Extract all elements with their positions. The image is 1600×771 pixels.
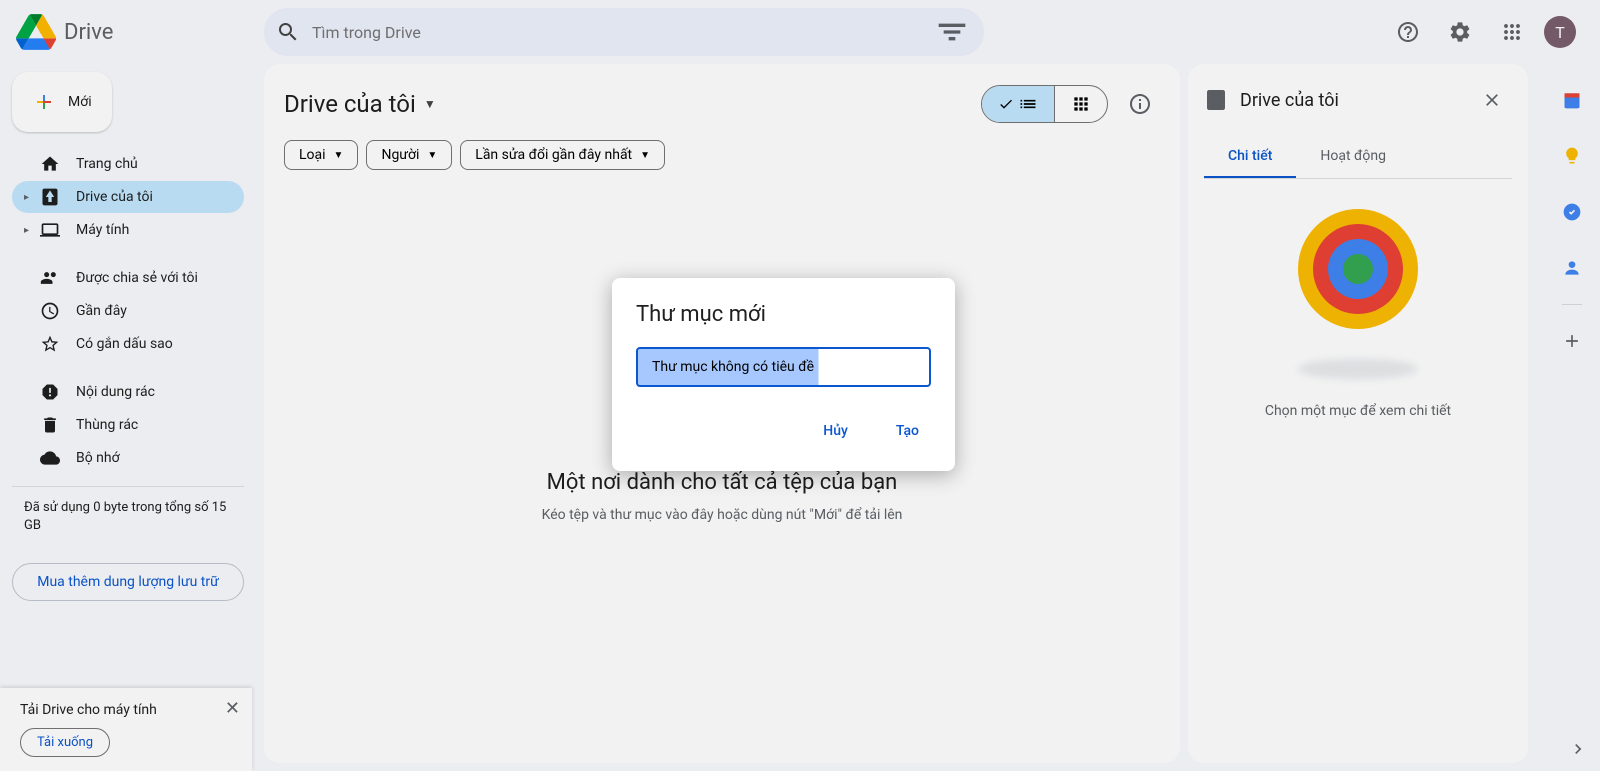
- modal-overlay[interactable]: Thư mục mới Hủy Tạo: [0, 0, 1600, 771]
- cancel-button[interactable]: Hủy: [811, 415, 860, 447]
- modal-title: Thư mục mới: [636, 302, 931, 327]
- folder-name-input[interactable]: [636, 347, 931, 387]
- new-folder-modal: Thư mục mới Hủy Tạo: [612, 278, 955, 471]
- create-button[interactable]: Tạo: [884, 415, 931, 447]
